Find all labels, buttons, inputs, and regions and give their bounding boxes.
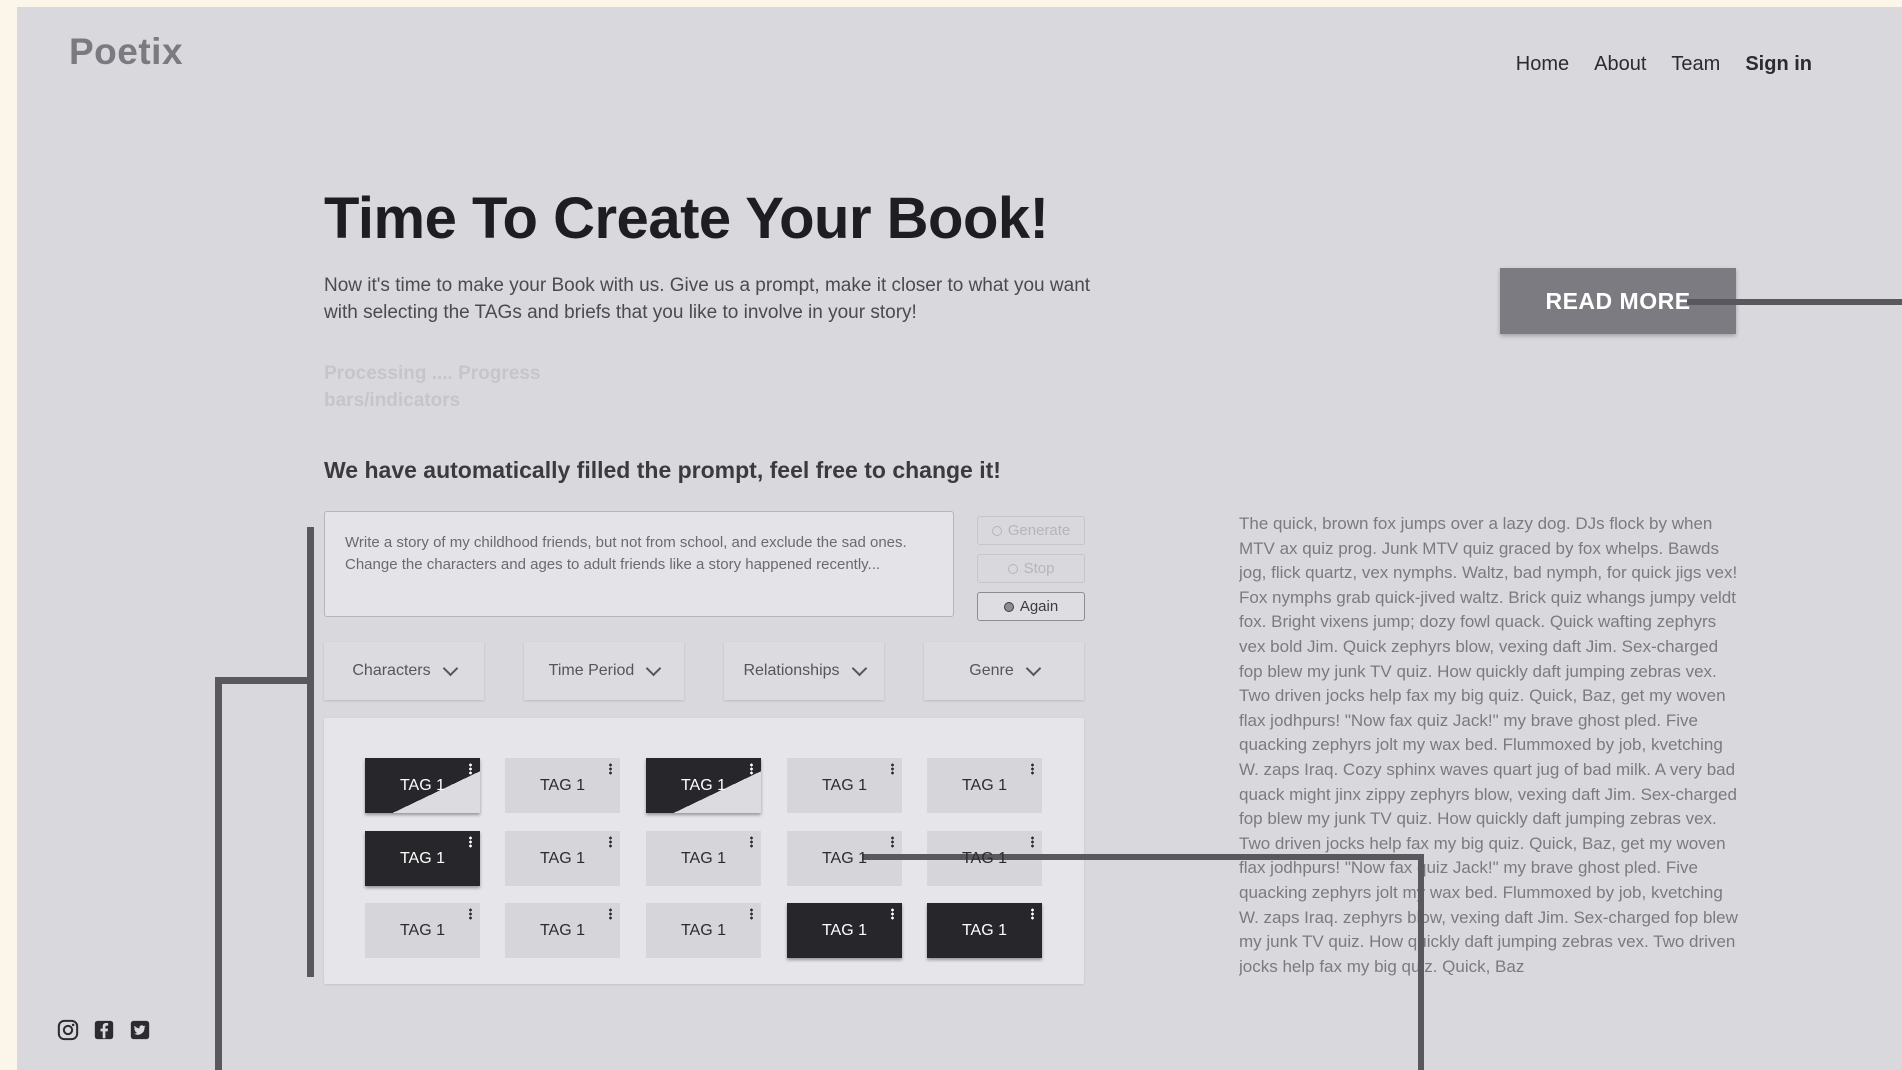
tag-label: TAG 1 <box>821 776 868 794</box>
more-options-icon[interactable] <box>609 908 612 920</box>
tag-label: TAG 1 <box>539 921 586 939</box>
connector-line <box>1418 854 1424 1070</box>
tag-label: TAG 1 <box>539 849 586 867</box>
chevron-down-icon <box>1025 660 1042 677</box>
more-options-icon[interactable] <box>469 836 472 848</box>
filter-label: Genre <box>969 662 1014 679</box>
more-options-icon[interactable] <box>1031 908 1034 920</box>
tag-label: TAG 1 <box>680 849 727 867</box>
filter-time-period[interactable]: Time Period <box>524 642 684 700</box>
tag-label: TAG 1 <box>961 776 1008 794</box>
tag-chip[interactable]: TAG 1 <box>365 831 480 886</box>
tag-chip[interactable]: TAG 1 <box>646 758 761 813</box>
more-options-icon[interactable] <box>891 836 894 848</box>
tag-panel: TAG 1 TAG 1 TAG 1 TAG 1 TAG 1 TAG 1 TAG 1 TAG 1… <box>324 718 1084 984</box>
filter-genre[interactable]: Genre <box>924 642 1084 700</box>
tag-chip[interactable]: TAG 1 <box>365 758 480 813</box>
again-button[interactable]: Again <box>977 592 1085 621</box>
tag-chip[interactable]: TAG 1 <box>505 831 620 886</box>
nav-about[interactable]: About <box>1594 53 1646 76</box>
more-options-icon[interactable] <box>750 908 753 920</box>
connector-line <box>215 677 222 1070</box>
tag-chip[interactable]: TAG 1 <box>365 903 480 958</box>
more-options-icon[interactable] <box>750 763 753 775</box>
tag-chip[interactable]: TAG 1 <box>927 758 1042 813</box>
nav-team[interactable]: Team <box>1671 53 1720 76</box>
tag-chip[interactable]: TAG 1 <box>505 758 620 813</box>
generate-label: Generate <box>1007 522 1071 539</box>
filter-characters[interactable]: Characters <box>324 642 484 700</box>
tag-label: TAG 1 <box>399 921 446 939</box>
filter-label: Relationships <box>743 662 840 679</box>
connector-line <box>215 677 314 684</box>
tag-label: TAG 1 <box>961 849 1008 867</box>
connector-line <box>307 527 314 977</box>
logo[interactable]: Poetix <box>69 31 183 73</box>
instagram-icon[interactable] <box>57 1019 79 1041</box>
connector-line <box>1687 299 1902 305</box>
more-options-icon[interactable] <box>750 836 753 848</box>
more-options-icon[interactable] <box>891 908 894 920</box>
more-options-icon[interactable] <box>1031 763 1034 775</box>
prompt-input[interactable]: Write a story of my childhood friends, b… <box>324 511 954 617</box>
chevron-down-icon <box>442 660 458 677</box>
filter-relationships[interactable]: Relationships <box>724 642 884 700</box>
autofill-heading: We have automatically filled the prompt,… <box>324 457 1001 483</box>
page-title: Time To Create Your Book! <box>324 186 1049 251</box>
nav-home[interactable]: Home <box>1516 53 1569 76</box>
twitter-icon[interactable] <box>129 1019 151 1041</box>
more-options-icon[interactable] <box>1031 836 1034 848</box>
again-icon <box>1003 601 1014 612</box>
nav-sign-in[interactable]: Sign in <box>1745 53 1812 76</box>
tag-label: TAG 1 <box>821 849 868 867</box>
tag-chip[interactable]: TAG 1 <box>787 758 902 813</box>
chevron-down-icon <box>646 660 662 677</box>
tag-chip[interactable]: TAG 1 <box>646 903 761 958</box>
tag-label: TAG 1 <box>821 921 868 939</box>
generate-button[interactable]: Generate <box>977 516 1085 545</box>
chevron-down-icon <box>851 660 867 677</box>
tag-label: TAG 1 <box>539 776 586 794</box>
tag-label: TAG 1 <box>399 849 446 867</box>
tag-label: TAG 1 <box>961 921 1008 939</box>
social-links <box>57 1019 151 1041</box>
stop-label: Stop <box>1023 560 1055 577</box>
stop-button[interactable]: Stop <box>977 554 1085 583</box>
more-options-icon[interactable] <box>609 836 612 848</box>
tag-chip[interactable]: TAG 1 <box>787 903 902 958</box>
connector-line <box>862 854 1424 860</box>
app-canvas: Poetix Home About Team Sign in Time To C… <box>17 7 1902 1070</box>
generate-icon <box>991 525 1002 536</box>
tag-chip[interactable]: TAG 1 <box>927 903 1042 958</box>
stop-icon <box>1007 563 1018 574</box>
sample-text: The quick, brown fox jumps over a lazy d… <box>1239 514 1738 976</box>
tag-chip[interactable]: TAG 1 <box>505 903 620 958</box>
tag-label: TAG 1 <box>399 776 446 794</box>
tag-label: TAG 1 <box>680 776 727 794</box>
top-nav: Home About Team Sign in <box>1516 53 1812 76</box>
more-options-icon[interactable] <box>609 763 612 775</box>
facebook-icon[interactable] <box>93 1019 115 1041</box>
more-options-icon[interactable] <box>469 908 472 920</box>
tag-label: TAG 1 <box>680 921 727 939</box>
again-label: Again <box>1019 598 1059 615</box>
filter-label: Time Period <box>548 662 635 679</box>
filter-label: Characters <box>352 662 431 679</box>
page-subtitle: Now it's time to make your Book with us.… <box>324 275 1091 323</box>
more-options-icon[interactable] <box>469 763 472 775</box>
tag-chip[interactable]: TAG 1 <box>646 831 761 886</box>
processing-indicator: Processing .... Progress bars/indicators <box>324 363 541 411</box>
more-options-icon[interactable] <box>891 763 894 775</box>
